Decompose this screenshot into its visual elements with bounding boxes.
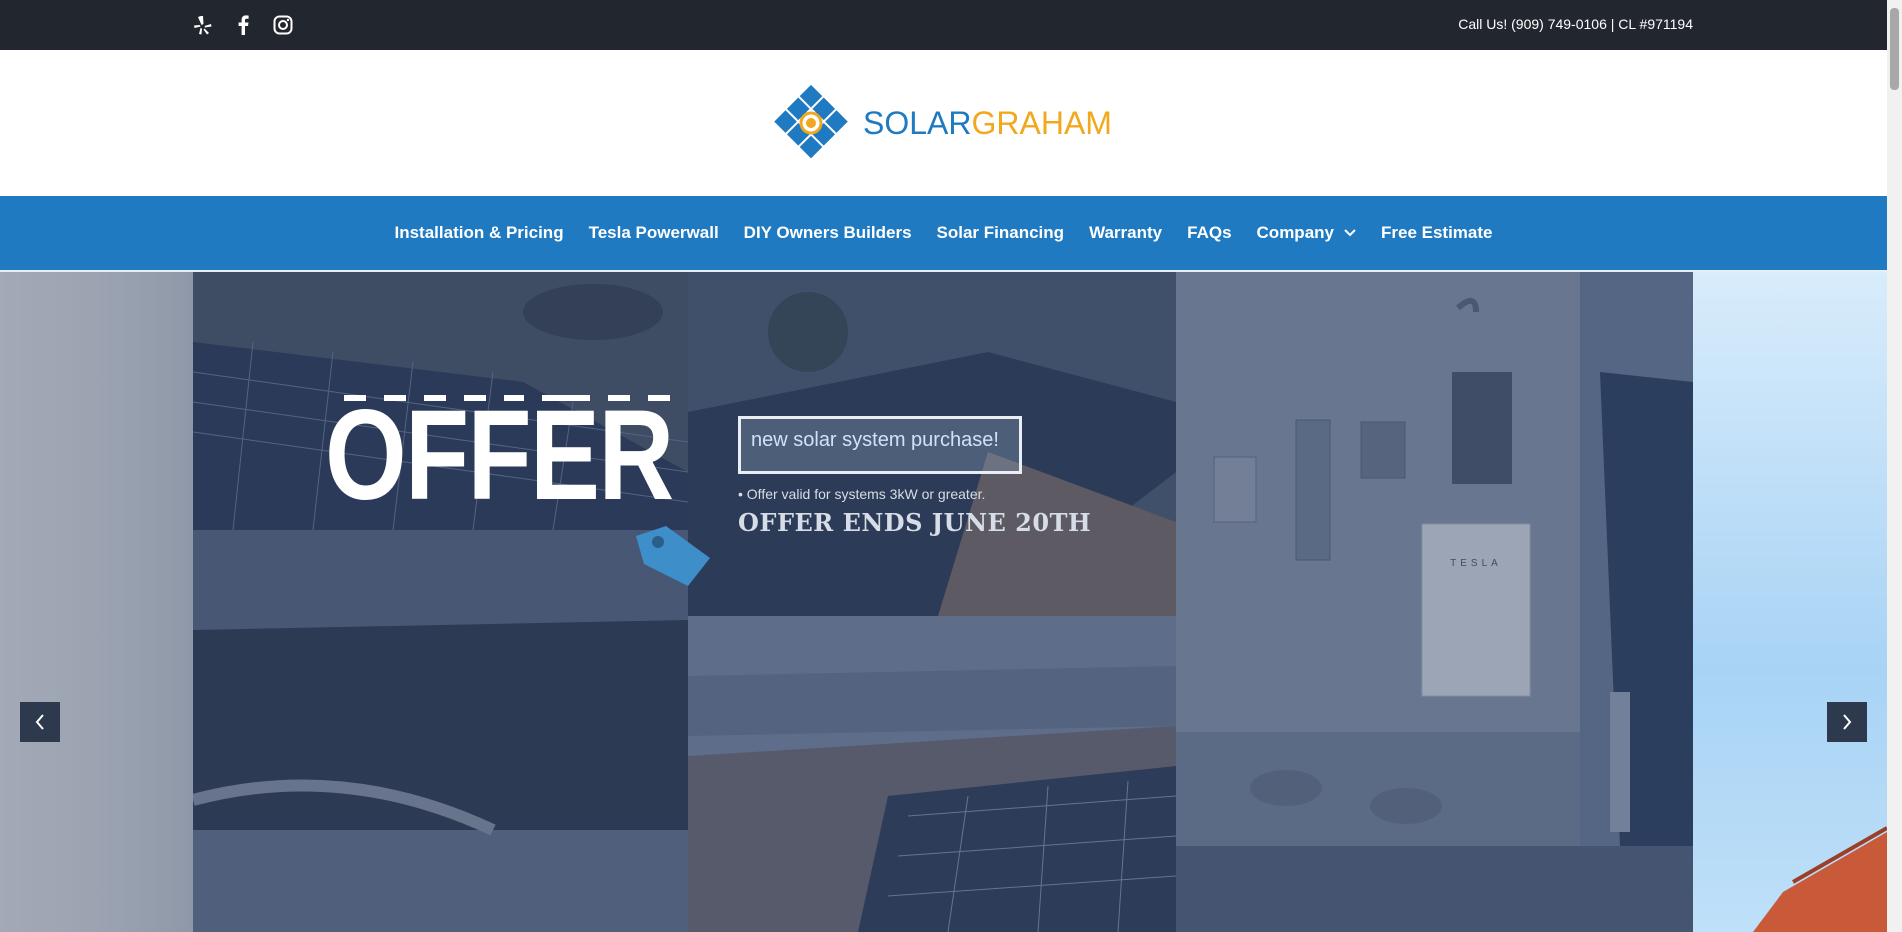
- slider-prev-button[interactable]: [20, 702, 60, 742]
- nav-installation-pricing[interactable]: Installation & Pricing: [395, 223, 564, 243]
- site-header: SOLARGRAHAM: [0, 50, 1887, 196]
- price-tag-icon: [636, 526, 710, 586]
- logo-text-graham: GRAHAM: [971, 104, 1112, 141]
- chevron-left-icon: [35, 714, 44, 730]
- logo-text-solar: SOLAR: [863, 104, 972, 141]
- offer-ends-text: OFFER ENDS JUNE 20TH: [738, 508, 1092, 537]
- top-bar: Call Us! (909) 749-0106 | CL #971194: [0, 0, 1887, 50]
- slider-next-button[interactable]: [1827, 702, 1867, 742]
- page-scrollbar-track[interactable]: [1887, 0, 1902, 932]
- facebook-icon[interactable]: [231, 13, 255, 37]
- promo-box: new solar system purchase!: [738, 416, 1022, 474]
- solar-panel-logo-icon: [774, 84, 848, 159]
- hero-right-background: [1693, 272, 1887, 932]
- nav-tesla-powerwall[interactable]: Tesla Powerwall: [589, 223, 719, 243]
- main-navigation: Installation & Pricing Tesla Powerwall D…: [0, 196, 1887, 272]
- nav-solar-financing[interactable]: Solar Financing: [937, 223, 1065, 243]
- nav-free-estimate[interactable]: Free Estimate: [1381, 223, 1493, 243]
- offer-headline: OFFER: [325, 384, 674, 527]
- nav-diy-owners-builders[interactable]: DIY Owners Builders: [744, 223, 912, 243]
- solargraham-logo[interactable]: SOLARGRAHAM: [771, 83, 1121, 163]
- chevron-down-icon: [1344, 229, 1356, 237]
- nav-company[interactable]: Company: [1257, 223, 1356, 243]
- chevron-right-icon: [1843, 714, 1852, 730]
- hero-slider: TESLA OFFER new solar system purchase! •…: [0, 272, 1887, 932]
- nav-company-label: Company: [1256, 223, 1334, 242]
- hero-left-background: [0, 272, 193, 932]
- offer-fine-print: • Offer valid for systems 3kW or greater…: [738, 486, 986, 502]
- hero-dark-overlay: [193, 272, 1693, 932]
- call-us-text: Call Us! (909) 749-0106 | CL #971194: [1458, 16, 1693, 32]
- nav-warranty[interactable]: Warranty: [1089, 223, 1162, 243]
- yelp-icon[interactable]: [191, 13, 215, 37]
- promo-text: new solar system purchase!: [751, 429, 999, 451]
- nav-faqs[interactable]: FAQs: [1187, 223, 1231, 243]
- instagram-icon[interactable]: [271, 13, 295, 37]
- page-scrollbar-thumb[interactable]: [1890, 8, 1899, 90]
